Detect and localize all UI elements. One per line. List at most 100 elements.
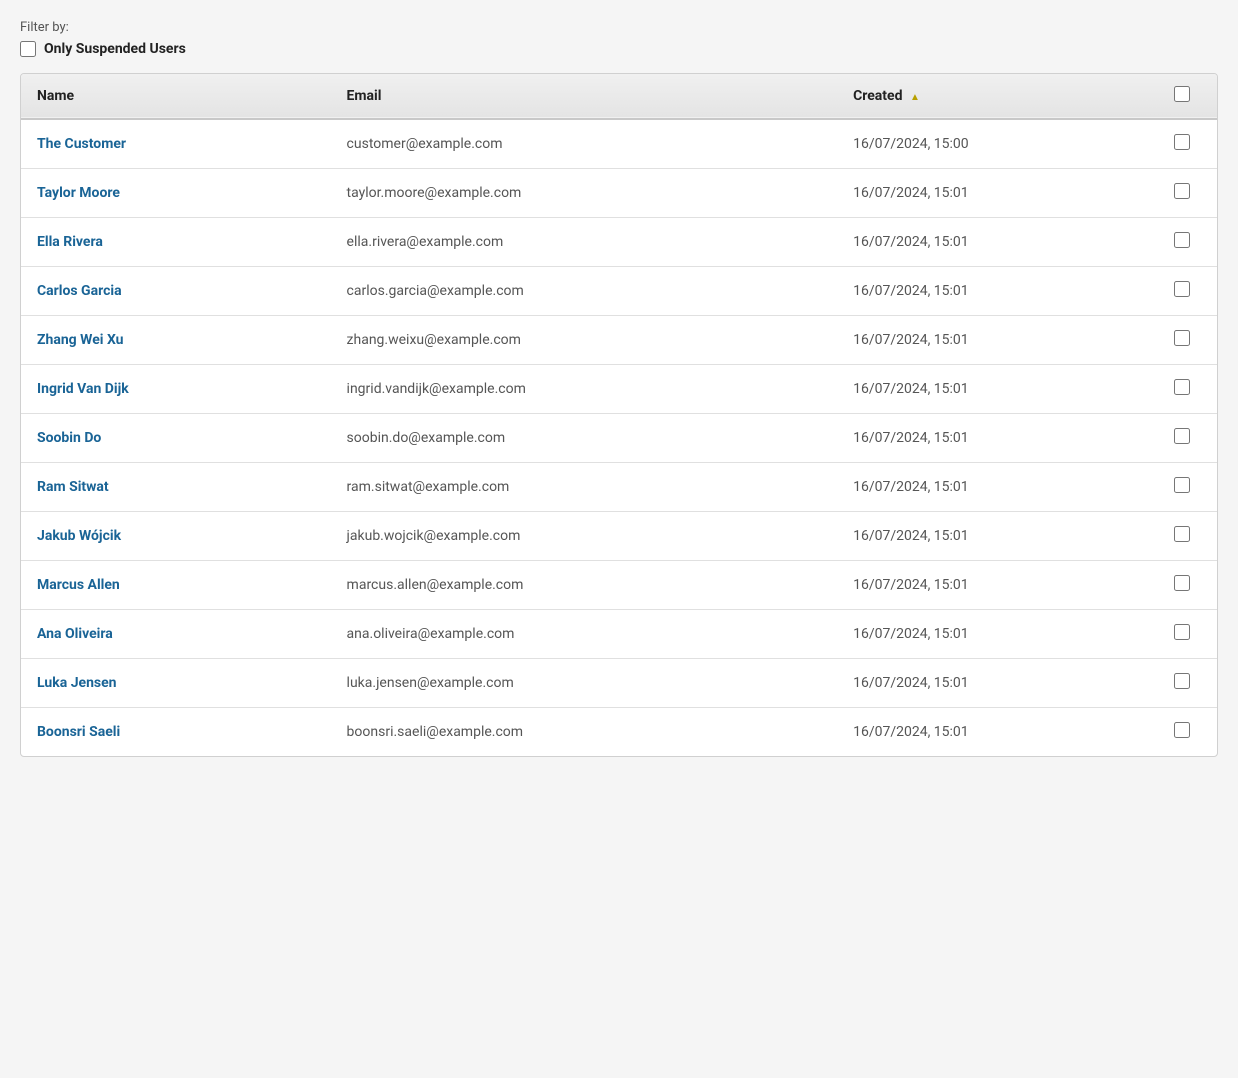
cell-name: Marcus Allen <box>21 561 331 610</box>
row-select-checkbox[interactable] <box>1174 526 1190 542</box>
only-suspended-label[interactable]: Only Suspended Users <box>44 41 186 57</box>
cell-email: ingrid.vandijk@example.com <box>331 365 838 414</box>
cell-select <box>1147 365 1217 414</box>
cell-name: Carlos Garcia <box>21 267 331 316</box>
cell-email: ella.rivera@example.com <box>331 218 838 267</box>
cell-email: taylor.moore@example.com <box>331 169 838 218</box>
column-header-name[interactable]: Name <box>21 74 331 119</box>
cell-name: Ella Rivera <box>21 218 331 267</box>
sort-ascending-icon: ▲ <box>910 92 920 103</box>
user-name-link[interactable]: Jakub Wójcik <box>37 528 121 544</box>
cell-created: 16/07/2024, 15:01 <box>837 708 1147 757</box>
cell-created: 16/07/2024, 15:01 <box>837 512 1147 561</box>
table-row: Ella Rivera ella.rivera@example.com16/07/… <box>21 218 1217 267</box>
cell-select <box>1147 267 1217 316</box>
cell-name: Ingrid Van Dijk <box>21 365 331 414</box>
cell-email: jakub.wojcik@example.com <box>331 512 838 561</box>
cell-created: 16/07/2024, 15:01 <box>837 414 1147 463</box>
cell-email: boonsri.saeli@example.com <box>331 708 838 757</box>
cell-name: Luka Jensen <box>21 659 331 708</box>
row-select-checkbox[interactable] <box>1174 624 1190 640</box>
cell-name: Ana Oliveira <box>21 610 331 659</box>
table-header-row: Name Email Created ▲ <box>21 74 1217 119</box>
cell-select <box>1147 512 1217 561</box>
table-row: Boonsri Saeli boonsri.saeli@example.com16… <box>21 708 1217 757</box>
cell-email: zhang.weixu@example.com <box>331 316 838 365</box>
row-select-checkbox[interactable] <box>1174 281 1190 297</box>
user-name-link[interactable]: Soobin Do <box>37 430 101 446</box>
user-name-link[interactable]: Ram Sitwat <box>37 479 109 495</box>
users-table: Name Email Created ▲ The Customer custome… <box>21 74 1217 756</box>
cell-name: Soobin Do <box>21 414 331 463</box>
cell-select <box>1147 610 1217 659</box>
user-name-link[interactable]: Carlos Garcia <box>37 283 122 299</box>
filter-label: Filter by: <box>20 20 1218 35</box>
row-select-checkbox[interactable] <box>1174 134 1190 150</box>
cell-created: 16/07/2024, 15:00 <box>837 119 1147 169</box>
table-row: Marcus Allen marcus.allen@example.com16/0… <box>21 561 1217 610</box>
cell-created: 16/07/2024, 15:01 <box>837 365 1147 414</box>
cell-created: 16/07/2024, 15:01 <box>837 218 1147 267</box>
user-name-link[interactable]: Ingrid Van Dijk <box>37 381 129 397</box>
cell-email: ram.sitwat@example.com <box>331 463 838 512</box>
row-select-checkbox[interactable] <box>1174 183 1190 199</box>
cell-created: 16/07/2024, 15:01 <box>837 463 1147 512</box>
row-select-checkbox[interactable] <box>1174 428 1190 444</box>
row-select-checkbox[interactable] <box>1174 379 1190 395</box>
row-select-checkbox[interactable] <box>1174 330 1190 346</box>
table-body: The Customercustomer@example.com16/07/20… <box>21 119 1217 756</box>
table-row: Zhang Wei Xu zhang.weixu@example.com16/07… <box>21 316 1217 365</box>
user-name-link[interactable]: Ella Rivera <box>37 234 103 250</box>
cell-created: 16/07/2024, 15:01 <box>837 610 1147 659</box>
cell-select <box>1147 218 1217 267</box>
table-row: Jakub Wójcik jakub.wojcik@example.com16/0… <box>21 512 1217 561</box>
filter-checkbox-row: Only Suspended Users <box>20 41 1218 57</box>
cell-created: 16/07/2024, 15:01 <box>837 169 1147 218</box>
row-select-checkbox[interactable] <box>1174 722 1190 738</box>
cell-name: Ram Sitwat <box>21 463 331 512</box>
cell-select <box>1147 119 1217 169</box>
user-name-link[interactable]: Ana Oliveira <box>37 626 113 642</box>
cell-select <box>1147 316 1217 365</box>
row-select-checkbox[interactable] <box>1174 673 1190 689</box>
table-row: Carlos Garcia carlos.garcia@example.com16… <box>21 267 1217 316</box>
column-header-created[interactable]: Created ▲ <box>837 74 1147 119</box>
only-suspended-checkbox[interactable] <box>20 41 36 57</box>
cell-select <box>1147 708 1217 757</box>
row-select-checkbox[interactable] <box>1174 477 1190 493</box>
user-name-link[interactable]: Boonsri Saeli <box>37 724 120 740</box>
cell-select <box>1147 659 1217 708</box>
cell-email: customer@example.com <box>331 119 838 169</box>
cell-created: 16/07/2024, 15:01 <box>837 659 1147 708</box>
user-name-link[interactable]: Marcus Allen <box>37 577 120 593</box>
user-name-link[interactable]: The Customer <box>37 136 126 152</box>
cell-name: The Customer <box>21 119 331 169</box>
cell-email: carlos.garcia@example.com <box>331 267 838 316</box>
cell-created: 16/07/2024, 15:01 <box>837 267 1147 316</box>
cell-name: Zhang Wei Xu <box>21 316 331 365</box>
table-row: Ingrid Van Dijk ingrid.vandijk@example.co… <box>21 365 1217 414</box>
cell-name: Jakub Wójcik <box>21 512 331 561</box>
table-row: Taylor Moore taylor.moore@example.com16/0… <box>21 169 1217 218</box>
cell-email: soobin.do@example.com <box>331 414 838 463</box>
users-table-wrapper: Name Email Created ▲ The Customer custome… <box>20 73 1218 757</box>
cell-select <box>1147 463 1217 512</box>
column-header-email[interactable]: Email <box>331 74 838 119</box>
select-all-checkbox[interactable] <box>1174 86 1190 102</box>
cell-name: Boonsri Saeli <box>21 708 331 757</box>
user-name-link[interactable]: Taylor Moore <box>37 185 120 201</box>
cell-email: luka.jensen@example.com <box>331 659 838 708</box>
user-name-link[interactable]: Luka Jensen <box>37 675 117 691</box>
filter-section: Filter by: Only Suspended Users <box>20 20 1218 57</box>
table-row: Luka Jensen luka.jensen@example.com16/07/… <box>21 659 1217 708</box>
cell-select <box>1147 169 1217 218</box>
row-select-checkbox[interactable] <box>1174 232 1190 248</box>
row-select-checkbox[interactable] <box>1174 575 1190 591</box>
user-name-link[interactable]: Zhang Wei Xu <box>37 332 124 348</box>
cell-email: marcus.allen@example.com <box>331 561 838 610</box>
cell-email: ana.oliveira@example.com <box>331 610 838 659</box>
cell-created: 16/07/2024, 15:01 <box>837 316 1147 365</box>
table-row: Ana Oliveira ana.oliveira@example.com16/0… <box>21 610 1217 659</box>
cell-created: 16/07/2024, 15:01 <box>837 561 1147 610</box>
cell-select <box>1147 561 1217 610</box>
